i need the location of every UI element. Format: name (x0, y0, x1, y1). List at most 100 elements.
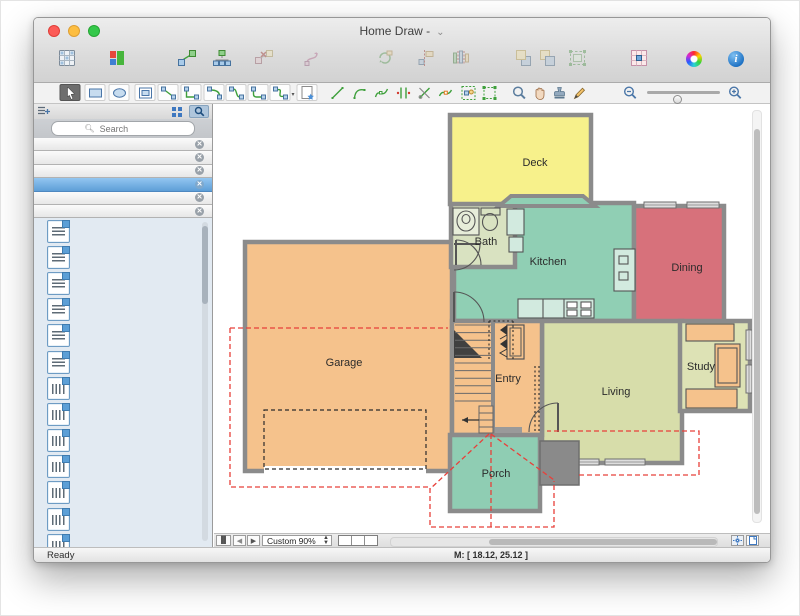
canvas-vertical-scrollbar[interactable] (752, 110, 762, 523)
stair-shape-icon[interactable] (47, 246, 70, 269)
line-tool[interactable] (327, 84, 348, 101)
list-item[interactable] (34, 323, 212, 349)
zoom-slider[interactable] (647, 91, 720, 94)
close-category-icon[interactable]: ✕ (195, 180, 204, 189)
select-area-tool[interactable] (479, 84, 500, 101)
zoom-out-button[interactable] (620, 84, 641, 101)
list-item[interactable] (34, 480, 212, 506)
page-tab[interactable] (352, 536, 365, 545)
pan-origin-icon[interactable] (731, 535, 744, 546)
list-item[interactable] (34, 270, 212, 296)
pencil-tool[interactable] (569, 84, 590, 101)
stamp-tool[interactable] (549, 84, 570, 101)
zoom-stepper-icon[interactable]: ▲▼ (323, 536, 329, 546)
libraries-button[interactable] (57, 46, 77, 68)
room-deck[interactable] (450, 115, 591, 204)
chimney[interactable] (540, 441, 579, 485)
grid-view-button[interactable] (167, 105, 187, 118)
rectangle-tool[interactable] (85, 84, 106, 101)
connector-curve-tool-dropdown-icon[interactable]: ▾ (291, 91, 294, 98)
chain-button[interactable] (177, 46, 197, 68)
pan-tool[interactable] (529, 84, 550, 101)
ellipse-tool[interactable] (109, 84, 130, 101)
zoom-level-select[interactable]: Custom 90% ▲▼ (262, 535, 332, 546)
stair-shape-icon[interactable] (47, 455, 70, 478)
back-button[interactable] (538, 46, 558, 68)
list-item-partial[interactable] (34, 532, 212, 547)
close-category-icon[interactable]: ✕ (195, 166, 204, 175)
splitter-button[interactable]: ▐▌ (216, 535, 231, 546)
distribute-button[interactable] (451, 46, 471, 68)
stair-shape-icon[interactable] (47, 534, 70, 547)
canvas-horizontal-scrollbar-thumb[interactable] (489, 539, 717, 545)
align-button[interactable] (416, 46, 436, 68)
grid-button[interactable] (629, 46, 649, 68)
library-scrollbar[interactable] (202, 222, 208, 541)
rotate-flip-button[interactable] (375, 46, 395, 68)
close-category-icon[interactable]: ✕ (195, 140, 204, 149)
connector-rounded-tool[interactable] (248, 84, 269, 101)
front-button[interactable] (514, 46, 534, 68)
connector-bezier-tool[interactable] (226, 84, 247, 101)
select-shapes-tool[interactable] (458, 84, 479, 101)
close-category-icon[interactable]: ✕ (195, 207, 204, 216)
tree-button[interactable] (212, 46, 232, 68)
stair-shape-icon[interactable] (47, 220, 70, 243)
list-item[interactable] (34, 401, 212, 427)
category-bathroom[interactable]: ✕ (34, 205, 212, 218)
stair-shape-icon[interactable] (47, 508, 70, 531)
stair-shape-icon[interactable] (47, 351, 70, 374)
connector-direct-tool[interactable] (158, 84, 179, 101)
library-scrollbar-thumb[interactable] (202, 226, 208, 304)
connector-curve-tool[interactable] (270, 84, 291, 101)
list-item[interactable] (34, 454, 212, 480)
category-doors[interactable]: ✕ (34, 165, 212, 178)
search-input[interactable]: 🔍︎ (51, 121, 195, 136)
inspectors-button[interactable]: i (728, 46, 744, 68)
spline-tool[interactable] (371, 84, 392, 101)
close-category-icon[interactable]: ✕ (195, 153, 204, 162)
stair-shape-icon[interactable] (47, 377, 70, 400)
divide-tool[interactable] (393, 84, 414, 101)
search-text-input[interactable] (98, 123, 162, 135)
stair-shape-icon[interactable] (47, 272, 70, 295)
connector-arc-tool[interactable] (204, 84, 225, 101)
stair-shape-icon[interactable] (47, 298, 70, 321)
close-category-icon[interactable]: ✕ (195, 193, 204, 202)
stair-shape-icon[interactable] (47, 403, 70, 426)
stair-shape-icon[interactable] (47, 481, 70, 504)
category-windows[interactable]: ✕ (34, 151, 212, 164)
title-chevron-icon[interactable]: ⌄ (436, 27, 444, 38)
arc-tool[interactable] (349, 84, 370, 101)
list-item[interactable] (34, 349, 212, 375)
delete-link-button[interactable] (254, 46, 274, 68)
prev-page-button[interactable]: ◀ (233, 535, 246, 546)
list-item[interactable] (34, 297, 212, 323)
canvas-vertical-scrollbar-thumb[interactable] (754, 129, 760, 514)
list-item[interactable] (34, 428, 212, 454)
zoom-slider-knob[interactable] (673, 95, 682, 104)
list-item[interactable] (34, 244, 212, 270)
stair-shape-icon[interactable] (47, 429, 70, 452)
list-item[interactable] (34, 375, 212, 401)
connector-smart-tool[interactable] (181, 84, 202, 101)
category-walls-shell-and-structure[interactable]: ✕ (34, 138, 212, 151)
reverse-link-button[interactable] (303, 46, 323, 68)
trim-tool[interactable] (414, 84, 435, 101)
curve-edit-tool[interactable] (435, 84, 456, 101)
drawing-canvas[interactable]: GarageKitchenDiningLivingStudyEntryPorch… (214, 104, 769, 533)
category-building-core[interactable]: ✕ (34, 178, 212, 191)
search-view-button[interactable] (189, 105, 209, 118)
fit-page-icon[interactable] (746, 535, 759, 546)
page-tab[interactable] (365, 536, 377, 545)
category-kitchen-and-dining-room[interactable]: ✕ (34, 192, 212, 205)
select-tool[interactable] (60, 84, 81, 101)
frame-tool[interactable] (135, 84, 156, 101)
zoom-in-button[interactable] (725, 84, 746, 101)
next-page-button[interactable]: ▶ (247, 535, 260, 546)
stair-shape-icon[interactable] (47, 324, 70, 347)
list-item[interactable] (34, 218, 212, 244)
identical-button[interactable] (568, 46, 588, 68)
list-item[interactable] (34, 506, 212, 532)
browse-solutions-button[interactable] (107, 46, 127, 68)
